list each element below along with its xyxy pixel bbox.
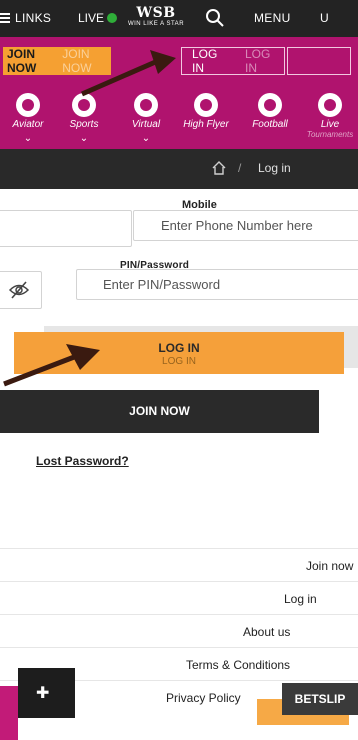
eye-slash-icon — [8, 281, 30, 299]
plus-icon[interactable]: ✚ — [36, 683, 54, 702]
aviator-icon — [16, 93, 40, 117]
pin-password-field[interactable]: Enter PIN/Password — [76, 269, 358, 300]
logo-brand: WSB — [136, 5, 176, 21]
category-label: High Flyer — [183, 119, 229, 130]
category-extra-label: Tournaments — [306, 130, 354, 139]
lost-password-link[interactable]: Lost Password? — [36, 454, 129, 468]
arrow-icon — [3, 344, 100, 387]
join-now-button[interactable]: JOIN NOW — [0, 390, 319, 433]
log-in-top-button[interactable]: LOG IN LOG IN — [181, 47, 285, 75]
footer-link-label: Join now — [306, 559, 354, 573]
category-live[interactable]: Live Tournaments — [302, 89, 358, 139]
category-label: Aviator — [12, 119, 44, 130]
footer-link-log-in[interactable]: Log in — [0, 581, 358, 614]
hamburger-icon — [0, 11, 10, 25]
logo-tagline: WIN LIKE A STAR — [127, 21, 185, 27]
links-menu-button[interactable]: LINKS — [0, 11, 51, 25]
footer-link-label: Log in — [284, 592, 317, 606]
toggle-password-visibility-button[interactable] — [0, 271, 42, 309]
footer-link-label: Privacy Policy — [166, 691, 241, 705]
country-code-field[interactable] — [0, 210, 132, 247]
betslip-button[interactable]: BETSLIP — [282, 683, 358, 715]
category-football[interactable]: Football — [242, 89, 298, 130]
football-icon — [258, 93, 282, 117]
category-aviator[interactable]: Aviator ⌄ — [0, 89, 56, 144]
live-icon — [318, 93, 342, 117]
high-flyer-icon — [194, 93, 218, 117]
category-list: Aviator ⌄ Sports ⌄ Virtual ⌄ High Flyer … — [0, 89, 358, 149]
floating-tab[interactable] — [0, 686, 18, 740]
live-dot-icon — [107, 13, 118, 23]
chevron-down-icon: ⌄ — [79, 133, 89, 144]
category-label: Virtual — [131, 119, 161, 130]
log-in-button-label: LOG IN — [158, 341, 200, 355]
log-in-top-label: LOG IN — [192, 47, 218, 75]
footer-link-about-us[interactable]: About us — [0, 614, 358, 647]
chevron-down-icon: ⌄ — [23, 133, 33, 144]
site-logo[interactable]: WSB WIN LIKE A STAR — [121, 5, 191, 27]
live-button[interactable]: LIVE — [78, 11, 118, 25]
log-in-top-ghost-label: LOG IN — [245, 47, 271, 75]
footer-link-label: Terms & Conditions — [186, 658, 291, 672]
top-navigation-bar: LINKS LIVE WSB WIN LIKE A STAR MENU U — [0, 0, 358, 37]
breadcrumb-separator: / — [238, 161, 242, 175]
category-label: Football — [252, 119, 288, 130]
menu-button[interactable]: MENU — [254, 11, 291, 25]
category-label: Live — [320, 119, 340, 130]
phone-number-field[interactable]: Enter Phone Number here — [133, 210, 358, 241]
home-icon[interactable] — [212, 161, 226, 175]
chevron-down-icon: ⌄ — [141, 133, 151, 144]
join-now-top-label: JOIN NOW — [7, 47, 37, 75]
links-label: LINKS — [15, 11, 52, 25]
breadcrumb-current: Log in — [258, 161, 291, 175]
search-icon[interactable] — [205, 8, 225, 28]
top-outline-box — [287, 47, 351, 75]
arrow-icon — [81, 50, 176, 97]
footer-link-join-now[interactable]: Join now — [0, 548, 358, 581]
breadcrumb: / Log in — [0, 149, 358, 189]
footer-link-label: About us — [243, 625, 291, 639]
category-label: Sports — [69, 119, 99, 130]
user-button[interactable]: U — [320, 11, 329, 25]
live-label: LIVE — [78, 11, 105, 25]
